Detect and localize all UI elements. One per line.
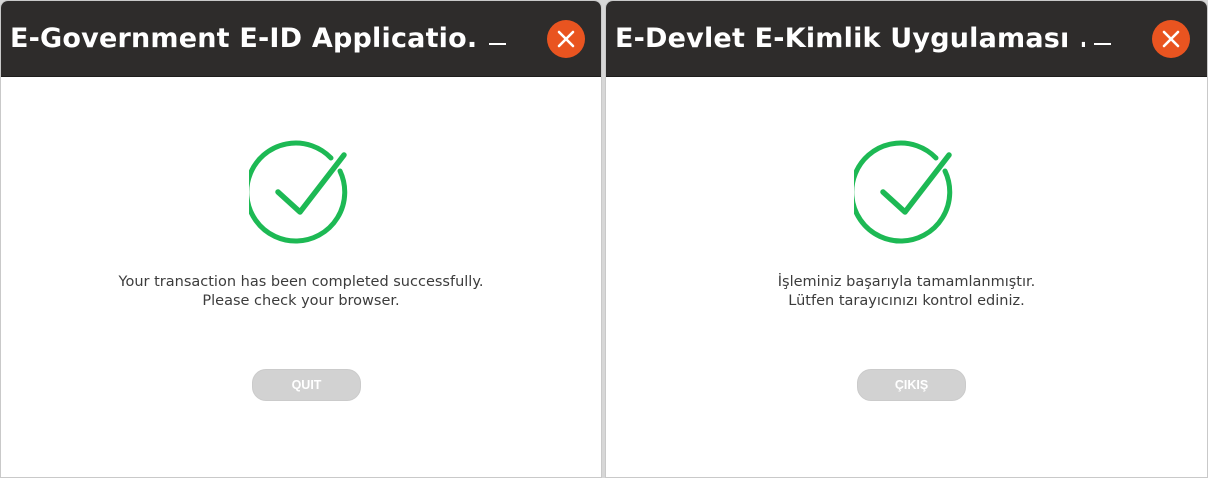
quit-button[interactable]: QUIT xyxy=(252,369,361,401)
status-message: İşleminiz başarıyla tamamlanmıştır. Lütf… xyxy=(606,273,1207,311)
close-icon xyxy=(557,30,575,48)
close-button[interactable] xyxy=(547,20,585,58)
message-line-1: Your transaction has been completed succ… xyxy=(118,274,484,290)
dialog-content: İşleminiz başarıyla tamamlanmıştır. Lütf… xyxy=(606,77,1207,477)
window-title: E-Devlet E-Kimlik Uygulaması ... xyxy=(615,23,1085,54)
window-title: E-Government E-ID Applicatio... xyxy=(10,23,480,54)
message-line-2: Please check your browser. xyxy=(202,293,400,309)
check-circle-icon xyxy=(249,140,348,244)
dialog-window-turkish: E-Devlet E-Kimlik Uygulaması ... İşlemin… xyxy=(605,0,1208,478)
exit-button[interactable]: ÇIKIŞ xyxy=(857,369,966,401)
title-bar[interactable]: E-Devlet E-Kimlik Uygulaması ... xyxy=(606,1,1207,77)
message-line-2: Lütfen tarayıcınızı kontrol ediniz. xyxy=(788,293,1025,309)
dialog-window-english: E-Government E-ID Applicatio... Your tra… xyxy=(0,0,602,478)
close-icon xyxy=(1162,30,1180,48)
minimize-icon[interactable] xyxy=(1094,43,1111,45)
title-bar[interactable]: E-Government E-ID Applicatio... xyxy=(1,1,601,77)
close-button[interactable] xyxy=(1152,20,1190,58)
message-line-1: İşleminiz başarıyla tamamlanmıştır. xyxy=(777,274,1036,290)
minimize-icon[interactable] xyxy=(489,43,506,45)
dialog-content: Your transaction has been completed succ… xyxy=(1,77,601,477)
status-message: Your transaction has been completed succ… xyxy=(1,273,601,311)
check-circle-icon xyxy=(854,140,953,244)
